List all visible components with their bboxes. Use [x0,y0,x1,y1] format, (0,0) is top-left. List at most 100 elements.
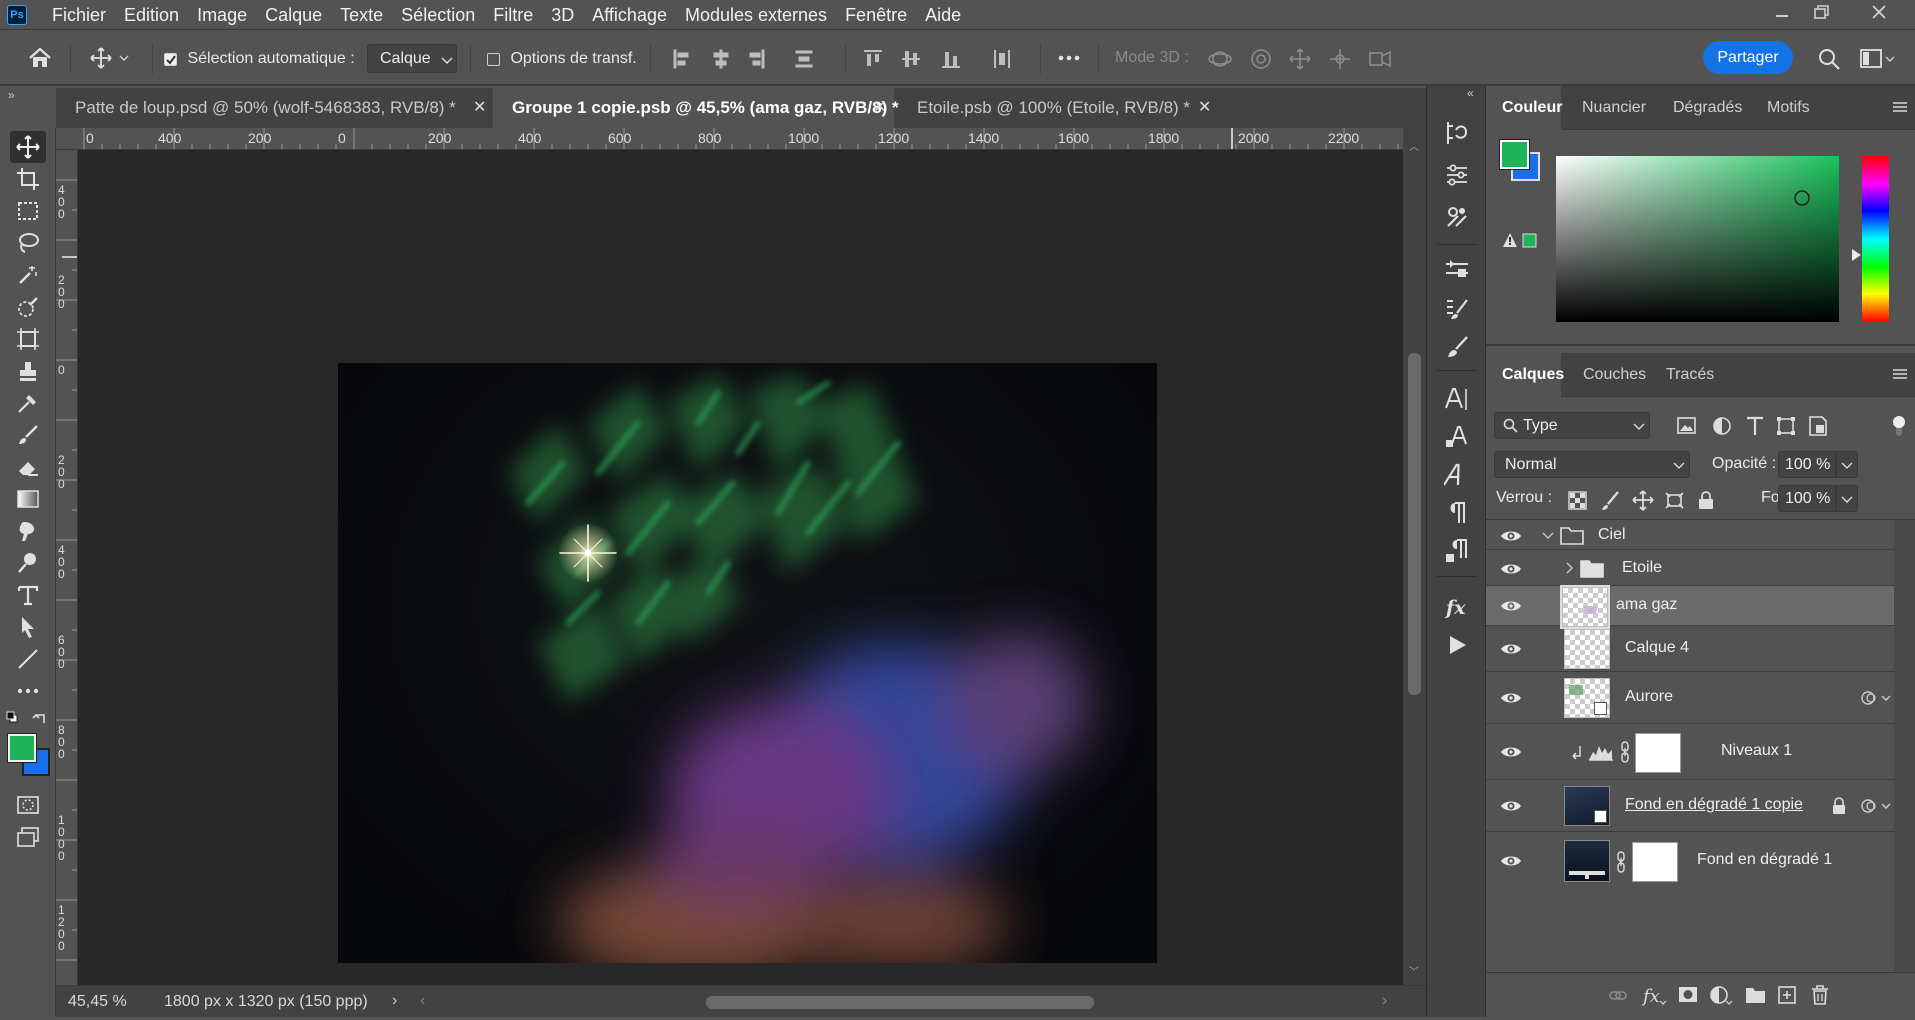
panel-foreground-swatch[interactable] [1499,139,1530,170]
type-tool[interactable] [10,579,46,611]
hscroll-left-icon[interactable]: ‹ [420,992,425,1010]
tab-close-icon[interactable]: ✕ [473,88,486,128]
foreground-color-swatch[interactable] [7,733,37,763]
tab-close-icon[interactable]: ✕ [873,88,886,128]
brush-settings-button[interactable] [1442,254,1472,284]
gamut-warning[interactable] [1502,232,1538,248]
hue-slider[interactable] [1862,156,1889,322]
restore-button[interactable] [1806,0,1838,24]
brush-tool[interactable] [10,419,46,451]
panel-menu-button[interactable] [1892,100,1908,114]
tab-degrades[interactable]: Dégradés [1673,86,1742,130]
eraser-tool[interactable] [10,451,46,483]
history-panel-button[interactable] [1442,118,1472,148]
collapse-toolbar-icon[interactable]: » [8,88,15,102]
tab-motifs[interactable]: Motifs [1767,86,1810,130]
quick-selection-tool[interactable] [10,291,46,323]
tab-etoile[interactable]: Etoile.psb @ 100% (Etoile, RVB/8) * ✕ [898,88,1222,128]
layers-scrollbar[interactable] [1894,520,1915,972]
object-selection-tool[interactable] [10,259,46,291]
tab-close-icon[interactable]: ✕ [1198,88,1211,128]
lasso-tool[interactable] [10,227,46,259]
collapse-panels-icon[interactable]: « [1467,86,1474,100]
fill-input[interactable]: 100 % [1778,485,1836,512]
screen-mode-button[interactable] [10,821,46,853]
character-styles-button[interactable] [1442,422,1472,452]
hscroll-right-icon[interactable]: › [1382,992,1387,1010]
move-tool-preset-button[interactable] [90,47,130,69]
canvas-area[interactable] [78,150,1403,985]
swap-colors-control[interactable] [6,711,52,731]
mask-link-icon[interactable] [1620,741,1630,763]
path-selection-tool[interactable] [10,611,46,643]
layer-row[interactable]: Niveaux 1 [1486,724,1894,780]
auto-select-dropdown[interactable]: Calque [367,44,457,73]
character-panel-button[interactable] [1442,384,1472,414]
menu-image[interactable]: Image [197,5,247,26]
brush-presets-button[interactable] [1442,332,1472,362]
visibility-eye-icon[interactable] [1500,641,1522,657]
tab-couches[interactable]: Couches [1583,353,1646,397]
menu-affichage[interactable]: Affichage [592,5,667,26]
menu-texte[interactable]: Texte [340,5,383,26]
stamp-tool[interactable] [10,355,46,387]
layer-row[interactable]: Fond en dégradé 1 [1486,832,1894,890]
opacity-dropdown[interactable] [1836,451,1858,478]
menu-3d[interactable]: 3D [551,5,574,26]
layer-mask-thumbnail[interactable] [1635,733,1681,773]
styles-panel-button[interactable]: fx [1442,592,1472,622]
marquee-tool[interactable] [10,195,46,227]
visibility-eye-icon[interactable] [1500,690,1522,706]
actions-panel-button[interactable] [1442,630,1472,660]
panel-menu-button[interactable] [1892,367,1908,381]
more-tools-button[interactable] [10,675,46,707]
menu-selection[interactable]: Sélection [401,5,475,26]
document-canvas[interactable] [338,363,1157,963]
layer-row-selected[interactable]: ama gaz [1486,585,1894,629]
hue-slider-handle[interactable] [1852,249,1862,261]
tab-traces[interactable]: Tracés [1666,353,1714,397]
dodge-tool[interactable] [10,547,46,579]
tab-groupe-1-copie[interactable]: Groupe 1 copie.psb @ 45,5% (ama gaz, RVB… [493,88,899,128]
frame-tool[interactable] [10,323,46,355]
layer-row[interactable]: Calque 4 [1486,626,1894,672]
search-button[interactable] [1818,48,1840,70]
layer-row[interactable]: Aurore [1486,672,1894,724]
horizontal-scroll-thumb[interactable] [706,996,1094,1009]
workspace-button[interactable] [1860,48,1894,70]
visibility-eye-icon[interactable] [1500,798,1522,814]
tab-couleur[interactable]: Couleur [1486,86,1562,130]
visibility-eye-icon[interactable] [1500,598,1522,614]
group-expand-icon[interactable] [1542,532,1554,540]
blend-mode-dropdown[interactable]: Normal [1494,451,1690,478]
canvas-vertical-scrollbar[interactable]: ︿ ﹀ [1403,128,1426,985]
layer-row[interactable]: Fond en dégradé 1 copie [1486,780,1894,832]
visibility-eye-icon[interactable] [1500,853,1522,869]
zoom-level[interactable]: 45,45 % [68,993,127,1011]
tools-presets-button[interactable] [1442,202,1472,232]
mask-link-icon[interactable] [1616,851,1626,873]
scroll-down-icon[interactable]: ﹀ [1409,963,1419,978]
crop-tool[interactable] [10,163,46,195]
menu-filtre[interactable]: Filtre [493,5,533,26]
move-tool[interactable] [10,131,46,163]
scroll-up-icon[interactable]: ︿ [1409,138,1419,153]
share-button[interactable]: Partager [1703,41,1793,74]
transform-controls-option[interactable]: Options de transf. [487,50,637,68]
transform-controls-checkbox[interactable] [487,52,500,66]
auto-select-option[interactable]: Sélection automatique : [164,50,355,68]
menu-calque[interactable]: Calque [265,5,322,26]
line-tool[interactable] [10,643,46,675]
layer-row[interactable]: Ciel [1486,520,1894,550]
menu-modules-externes[interactable]: Modules externes [685,5,827,26]
adjustments-panel-button[interactable] [1442,160,1472,190]
layer-effects-toggle[interactable] [1860,690,1894,706]
gradient-tool[interactable] [10,483,46,515]
menu-edition[interactable]: Edition [124,5,179,26]
paragraph-panel-button[interactable] [1442,498,1472,528]
group-collapsed-icon[interactable] [1566,562,1574,574]
tab-nuancier[interactable]: Nuancier [1582,86,1646,130]
glyphs-panel-button[interactable] [1442,460,1472,490]
quick-mask-button[interactable] [10,789,46,821]
paragraph-styles-button[interactable] [1442,536,1472,566]
